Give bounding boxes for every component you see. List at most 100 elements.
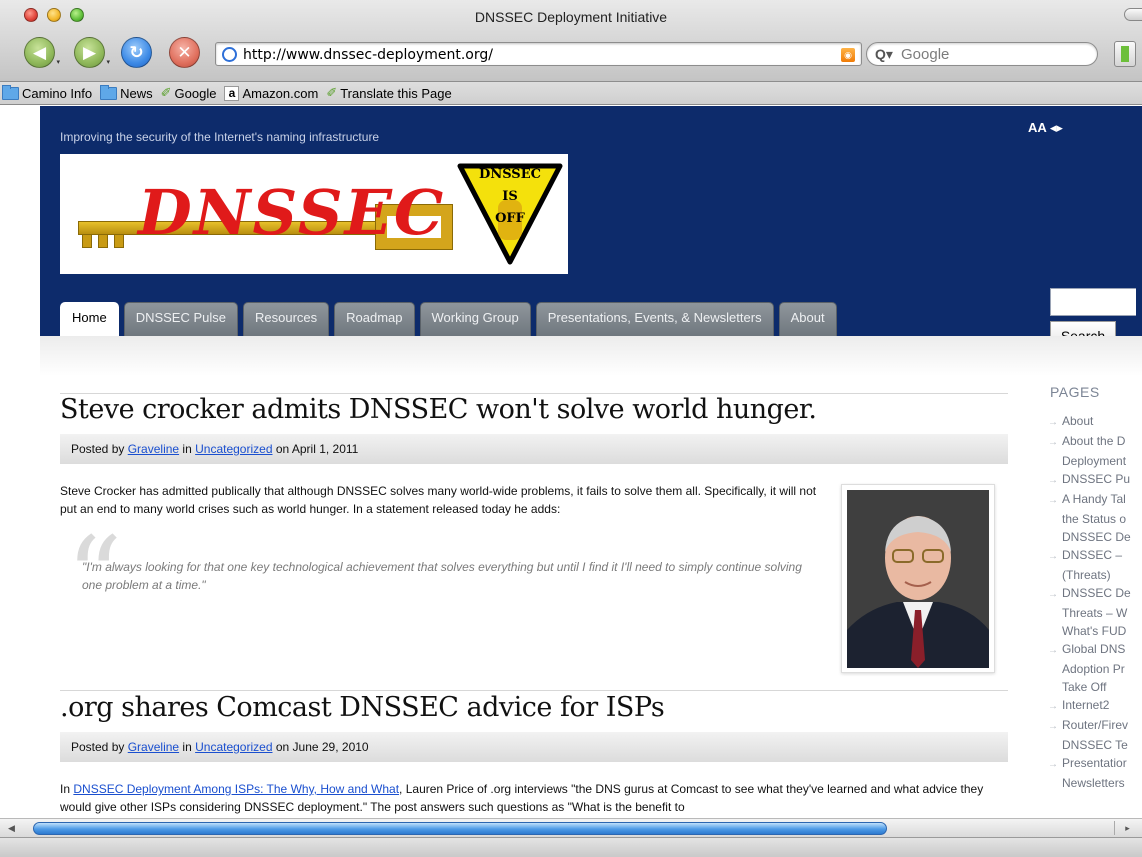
- category-link[interactable]: Uncategorized: [195, 740, 272, 754]
- sidebar-page-link-continued[interactable]: Threats – W: [1036, 604, 1142, 622]
- sidebar-page-label: About the D: [1062, 434, 1126, 448]
- sidebar-page-link-continued[interactable]: DNSSEC Te: [1036, 736, 1142, 754]
- tab-about[interactable]: About: [778, 302, 837, 337]
- arrow-right-icon: →: [1048, 721, 1058, 732]
- search-engine-menu-icon[interactable]: Q▾: [875, 46, 893, 63]
- content-top-shadow: [40, 336, 1142, 376]
- pages-list: → About → About the D Deployment → DNSSEC Pu → A…: [1036, 412, 1142, 792]
- tab-resources[interactable]: Resources: [243, 302, 330, 337]
- window-title: DNSSEC Deployment Initiative: [474, 9, 668, 25]
- search-field[interactable]: Q▾ Google: [866, 42, 1098, 66]
- forward-button[interactable]: ▶ ▾: [74, 37, 110, 68]
- globe-icon: [222, 47, 237, 62]
- sidebar-page-label: Router/Firev: [1062, 718, 1129, 732]
- tab-roadmap[interactable]: Roadmap: [334, 302, 415, 337]
- sidebar-page-link[interactable]: → Global DNS: [1036, 640, 1142, 660]
- bookmark-amazon[interactable]: a Amazon.com: [224, 85, 318, 101]
- pages-heading: PAGES: [1050, 384, 1100, 400]
- sidebar-page-label: DNSSEC –: [1062, 548, 1123, 562]
- sidebar-page-label: A Handy Tal: [1062, 492, 1126, 506]
- stop-button[interactable]: ✕: [169, 37, 200, 68]
- key-tooth: [82, 234, 92, 248]
- sidebar-page-link-continued[interactable]: Take Off: [1036, 678, 1142, 696]
- site-logo[interactable]: DNSSEC DNSSEC IS OFF: [60, 154, 568, 274]
- key-tooth: [114, 234, 124, 248]
- stop-x-icon: ✕: [177, 42, 192, 62]
- meta-in: in: [182, 442, 192, 456]
- bookmark-label: News: [120, 85, 153, 101]
- category-link[interactable]: Uncategorized: [195, 442, 272, 456]
- bookmark-translate[interactable]: ✐ Translate this Page: [326, 85, 451, 101]
- sidebar-page-link-continued[interactable]: Deployment: [1036, 452, 1142, 470]
- post-divider: [60, 690, 1008, 691]
- author-link[interactable]: Graveline: [128, 740, 179, 754]
- site-tagline: Improving the security of the Internet's…: [60, 130, 380, 144]
- bookmark-icon: [1121, 46, 1129, 62]
- tab-presentations[interactable]: Presentations, Events, & Newsletters: [535, 302, 774, 337]
- post-meta: Posted by Graveline in Uncategorized on …: [60, 434, 1008, 464]
- horizontal-scroll-thumb[interactable]: [33, 822, 887, 835]
- arrow-right-icon: →: [1048, 495, 1058, 506]
- sidebar-page-label: About: [1062, 414, 1094, 428]
- scroll-right-arrow-icon[interactable]: ▸: [1114, 821, 1140, 835]
- bookmark-google[interactable]: ✐ Google: [161, 85, 217, 101]
- rss-feed-icon[interactable]: ◉: [841, 48, 855, 62]
- sidebar-page-link[interactable]: → DNSSEC –: [1036, 546, 1142, 566]
- post-title[interactable]: Steve crocker admits DNSSEC won't solve …: [60, 394, 817, 425]
- sidebar-page-link[interactable]: → DNSSEC De: [1036, 584, 1142, 604]
- sidebar-page-link-continued[interactable]: What's FUD: [1036, 622, 1142, 640]
- sidebar-page-label: Take Off: [1062, 680, 1107, 694]
- sidebar-page-link[interactable]: → About: [1036, 412, 1142, 432]
- horizontal-scrollbar[interactable]: ◀ ▸: [0, 818, 1142, 837]
- author-link[interactable]: Graveline: [128, 442, 179, 456]
- sidebar-page-label: Global DNS: [1062, 642, 1126, 656]
- sidebar-page-link[interactable]: → Internet2: [1036, 696, 1142, 716]
- tab-working-group[interactable]: Working Group: [419, 302, 531, 337]
- bookmark-leaf-icon: ✐: [326, 85, 338, 100]
- sidebar-page-link[interactable]: → A Handy Tal: [1036, 490, 1142, 510]
- sidebar-page-link-continued[interactable]: the Status o: [1036, 510, 1142, 528]
- sidebar-page-label: DNSSEC De: [1062, 530, 1131, 544]
- forward-arrow-icon: ▶: [82, 42, 97, 62]
- tab-home[interactable]: Home: [60, 302, 119, 337]
- arrow-right-icon: →: [1048, 589, 1058, 600]
- article-link[interactable]: DNSSEC Deployment Among ISPs: The Why, H…: [73, 782, 399, 796]
- sidebar-page-label: Presentatior: [1062, 756, 1127, 770]
- sidebar-page-link[interactable]: → Presentatior: [1036, 754, 1142, 774]
- meta-posted-by: Posted by: [71, 740, 125, 754]
- tab-dnssec-pulse[interactable]: DNSSEC Pulse: [123, 302, 238, 337]
- toolbar-toggle-button[interactable]: [1124, 8, 1142, 21]
- reload-button[interactable]: ↻: [121, 37, 152, 68]
- font-size-toggle[interactable]: AA ◂▸: [1028, 120, 1063, 136]
- warning-line-2: IS: [502, 189, 518, 204]
- sidebar-page-link-continued[interactable]: DNSSEC De: [1036, 528, 1142, 546]
- address-text[interactable]: http://www.dnssec-deployment.org/: [243, 47, 493, 63]
- sidebar-page-link-continued[interactable]: Newsletters: [1036, 774, 1142, 792]
- back-history-dropdown-icon[interactable]: ▾: [56, 58, 60, 66]
- back-button[interactable]: ◀ ▾: [24, 37, 60, 68]
- folder-icon: [100, 84, 118, 100]
- scroll-left-arrow-icon[interactable]: ◀: [8, 823, 15, 834]
- post-meta: Posted by Graveline in Uncategorized on …: [60, 732, 1008, 762]
- sidebar-page-link[interactable]: → DNSSEC Pu: [1036, 470, 1142, 490]
- bookmark-camino-info[interactable]: Camino Info: [2, 84, 93, 101]
- logo-wordmark: DNSSEC: [138, 176, 446, 249]
- arrow-right-icon: →: [1048, 475, 1058, 486]
- post-date: on April 1, 2011: [275, 442, 359, 456]
- bookmarks-sidebar-button[interactable]: [1114, 41, 1136, 67]
- bookmark-news[interactable]: News: [100, 84, 153, 101]
- author-photo[interactable]: [841, 484, 995, 673]
- site-search-input[interactable]: [1050, 288, 1142, 316]
- sidebar-page-link[interactable]: → Router/Firev: [1036, 716, 1142, 736]
- sidebar-page-link-continued[interactable]: (Threats): [1036, 566, 1142, 584]
- sidebar-page-link[interactable]: → About the D: [1036, 432, 1142, 452]
- address-bar[interactable]: http://www.dnssec-deployment.org/ ◉: [215, 42, 862, 66]
- portrait-illustration: [847, 490, 989, 668]
- post-body: In DNSSEC Deployment Among ISPs: The Why…: [60, 780, 1008, 816]
- sidebar-page-link-continued[interactable]: Adoption Pr: [1036, 660, 1142, 678]
- page-edge: [1136, 106, 1142, 326]
- amazon-icon: a: [224, 85, 240, 101]
- forward-history-dropdown-icon[interactable]: ▾: [106, 58, 110, 66]
- post-title[interactable]: .org shares Comcast DNSSEC advice for IS…: [60, 692, 665, 723]
- bookmark-label: Camino Info: [22, 85, 93, 101]
